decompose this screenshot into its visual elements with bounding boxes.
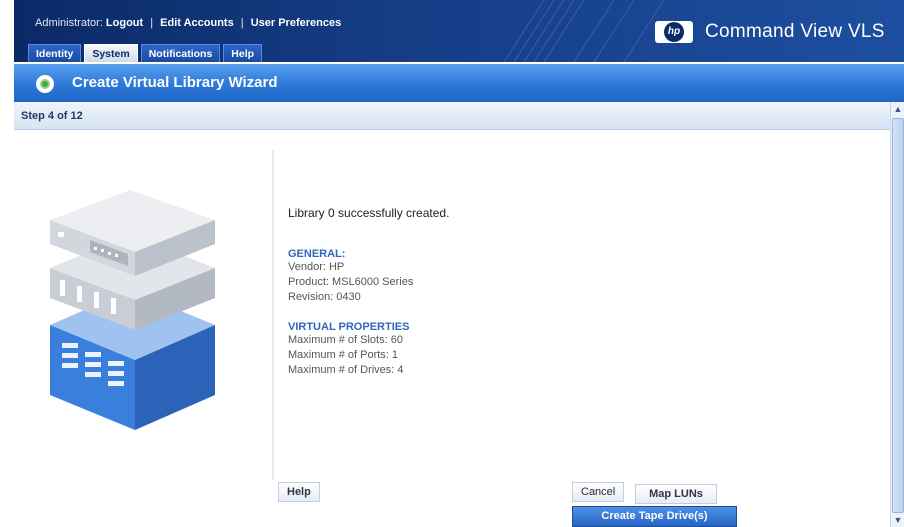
wizard-content: Library 0 successfully created. GENERAL:…	[288, 206, 788, 378]
virtual-properties-heading: VIRTUAL PROPERTIES	[288, 321, 410, 333]
max-ports-value: Maximum # of Ports: 1	[288, 349, 399, 361]
cancel-button[interactable]: Cancel	[572, 482, 625, 502]
wizard-title-bar: Create Virtual Library Wizard	[14, 62, 904, 102]
tape-library-illustration	[50, 190, 215, 430]
general-heading: GENERAL:	[288, 248, 346, 260]
revision-value: Revision: 0430	[288, 291, 361, 303]
scroll-down-arrow-icon[interactable]: ▼	[891, 513, 904, 527]
product-value: Product: MSL6000 Series	[288, 276, 414, 288]
tab-help[interactable]: Help	[223, 44, 263, 62]
main-tabs: Identity System Notifications Help	[28, 44, 263, 62]
link-separator: |	[150, 17, 154, 29]
step-indicator: Step 4 of 12	[21, 110, 83, 122]
max-slots-value: Maximum # of Slots: 60	[288, 334, 403, 346]
vendor-value: Vendor: HP	[288, 261, 345, 273]
create-tape-drives-button[interactable]: Create Tape Drive(s)	[572, 506, 737, 527]
hp-logo: hp	[655, 21, 693, 43]
vertical-scrollbar[interactable]: ▲ ▼	[890, 102, 904, 527]
content-divider	[272, 150, 274, 480]
admin-label: Administrator:	[35, 17, 103, 29]
brand: hp Command View VLS	[655, 21, 885, 43]
admin-links: Administrator: Logout | Edit Accounts | …	[35, 17, 341, 29]
tab-system[interactable]: System	[84, 44, 138, 62]
help-button[interactable]: Help	[278, 482, 320, 502]
header-decoration	[503, 0, 665, 62]
scroll-up-arrow-icon[interactable]: ▲	[891, 102, 904, 116]
wizard-status-icon	[36, 75, 54, 93]
step-indicator-bar: Step 4 of 12	[14, 102, 890, 130]
logout-link[interactable]: Logout	[106, 17, 143, 29]
scroll-thumb[interactable]	[892, 118, 904, 513]
success-message: Library 0 successfully created.	[288, 206, 450, 220]
user-preferences-link[interactable]: User Preferences	[251, 17, 342, 29]
edit-accounts-link[interactable]: Edit Accounts	[160, 17, 234, 29]
map-luns-button[interactable]: Map LUNs	[635, 484, 717, 504]
link-separator: |	[240, 17, 244, 29]
product-name: Command View VLS	[705, 21, 885, 42]
wizard-title: Create Virtual Library Wizard	[72, 74, 278, 91]
tab-identity[interactable]: Identity	[28, 44, 82, 62]
app-header: Administrator: Logout | Edit Accounts | …	[14, 0, 904, 62]
hp-logo-mark: hp	[664, 22, 684, 42]
max-drives-value: Maximum # of Drives: 4	[288, 364, 404, 376]
tab-notifications[interactable]: Notifications	[140, 44, 221, 62]
